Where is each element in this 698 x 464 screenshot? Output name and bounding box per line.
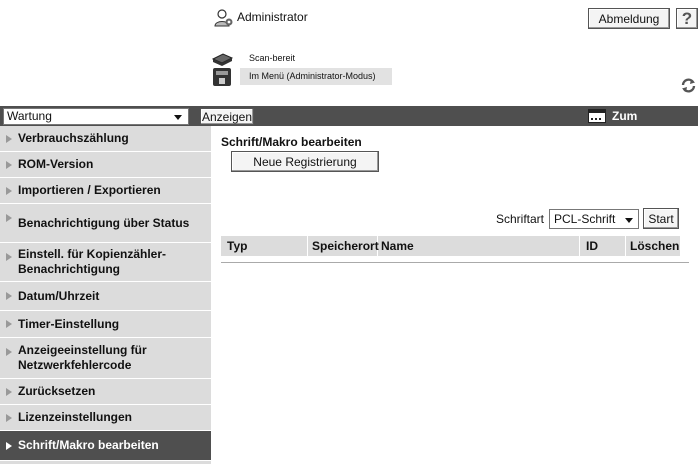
sidebar-item-rom-version[interactable]: ROM-Version bbox=[0, 152, 211, 178]
triangle-right-icon bbox=[6, 413, 12, 422]
triangle-right-icon bbox=[6, 387, 12, 396]
sidebar-item-label: Verbrauchszählung bbox=[18, 131, 129, 145]
main-menu-link[interactable]: Zum Hauptmenü bbox=[612, 108, 698, 142]
chevron-down-icon bbox=[625, 218, 633, 223]
column-header-delete: Löschen bbox=[630, 239, 680, 253]
sidebar-item-label: Timer-Einstellung bbox=[18, 316, 120, 331]
sidebar-item-status-notification[interactable]: Benachrichtigung über Status bbox=[0, 204, 211, 243]
sidebar-item-label: Datum/Uhrzeit bbox=[18, 288, 100, 303]
page-title: Schrift/Makro bearbeiten bbox=[221, 135, 362, 149]
sidebar-item-label: Zurücksetzen bbox=[18, 384, 96, 398]
new-registration-button[interactable]: Neue Registrierung bbox=[231, 151, 379, 172]
administrator-label: Administrator bbox=[237, 10, 308, 24]
sidebar-item-verbrauchszaehlung[interactable]: Verbrauchszählung bbox=[0, 126, 211, 152]
sidebar-item-label: Lizenzeinstellungen bbox=[18, 410, 133, 424]
sidebar-item-counter-notification[interactable]: Einstell. für Kopienzähler-Benachrichtig… bbox=[0, 243, 211, 282]
triangle-right-icon bbox=[6, 160, 12, 169]
triangle-right-icon bbox=[6, 292, 12, 300]
column-header-name: Name bbox=[378, 236, 580, 256]
sidebar-item-timer[interactable]: Timer-Einstellung bbox=[0, 311, 211, 338]
sidebar-item-label: Einstell. für Kopienzähler-Benachrichtig… bbox=[18, 247, 167, 276]
category-select[interactable]: Wartung bbox=[3, 108, 189, 125]
chevron-down-icon bbox=[174, 115, 182, 120]
font-type-select-value: PCL-Schrift bbox=[554, 212, 616, 226]
scanner-icon bbox=[211, 53, 233, 66]
sidebar-item-reset[interactable]: Zurücksetzen bbox=[0, 379, 211, 405]
sidebar-item-label: Anzeigeeinstellung für Netzwerkfehlercod… bbox=[18, 343, 147, 372]
sidebar-item-date-time[interactable]: Datum/Uhrzeit bbox=[0, 282, 211, 311]
administrator-icon bbox=[214, 9, 233, 27]
printer-icon bbox=[213, 68, 231, 86]
sidebar-item-import-export[interactable]: Importieren / Exportieren bbox=[0, 178, 211, 204]
divider bbox=[221, 262, 689, 263]
triangle-right-icon bbox=[6, 320, 12, 328]
column-header-location: Speicherort bbox=[308, 236, 379, 256]
start-button[interactable]: Start bbox=[643, 208, 679, 229]
triangle-right-icon bbox=[6, 186, 12, 195]
show-button[interactable]: Anzeigen bbox=[200, 108, 254, 125]
triangle-right-icon bbox=[6, 348, 12, 356]
sidebar-item-network-error-code[interactable]: Anzeigeeinstellung für Netzwerkfehlercod… bbox=[0, 338, 211, 379]
sidebar-item-label: ROM-Version bbox=[18, 157, 94, 171]
sidebar-item-label: Importieren / Exportieren bbox=[18, 183, 161, 197]
category-select-value: Wartung bbox=[7, 109, 52, 123]
menu-list-icon bbox=[589, 110, 605, 120]
refresh-icon[interactable] bbox=[680, 77, 697, 94]
triangle-right-icon bbox=[6, 253, 12, 261]
scan-status-text: Scan-bereit bbox=[249, 53, 296, 63]
sidebar-item-label: Benachrichtigung über Status bbox=[18, 215, 190, 230]
main-menu-icon[interactable] bbox=[588, 109, 606, 123]
logout-button[interactable]: Abmeldung bbox=[588, 8, 670, 29]
sidebar-item-licenses[interactable]: Lizenzeinstellungen bbox=[0, 405, 211, 431]
font-type-select[interactable]: PCL-Schrift bbox=[549, 209, 639, 229]
triangle-right-icon bbox=[6, 441, 12, 450]
column-header-type: Typ bbox=[221, 236, 308, 256]
font-type-label: Schriftart bbox=[496, 212, 545, 226]
sidebar-item-label: Schrift/Makro bearbeiten bbox=[18, 438, 159, 452]
help-button[interactable]: ? bbox=[676, 8, 698, 29]
mode-status-text: Im Menü (Administrator-Modus) bbox=[240, 68, 392, 85]
table-header: Typ Speicherort Name ID Löschen bbox=[221, 236, 680, 256]
sidebar-item-font-macro[interactable]: Schrift/Makro bearbeiten bbox=[0, 431, 211, 461]
triangle-right-icon bbox=[6, 214, 12, 222]
triangle-right-icon bbox=[6, 134, 12, 143]
column-header-id: ID bbox=[580, 236, 626, 256]
